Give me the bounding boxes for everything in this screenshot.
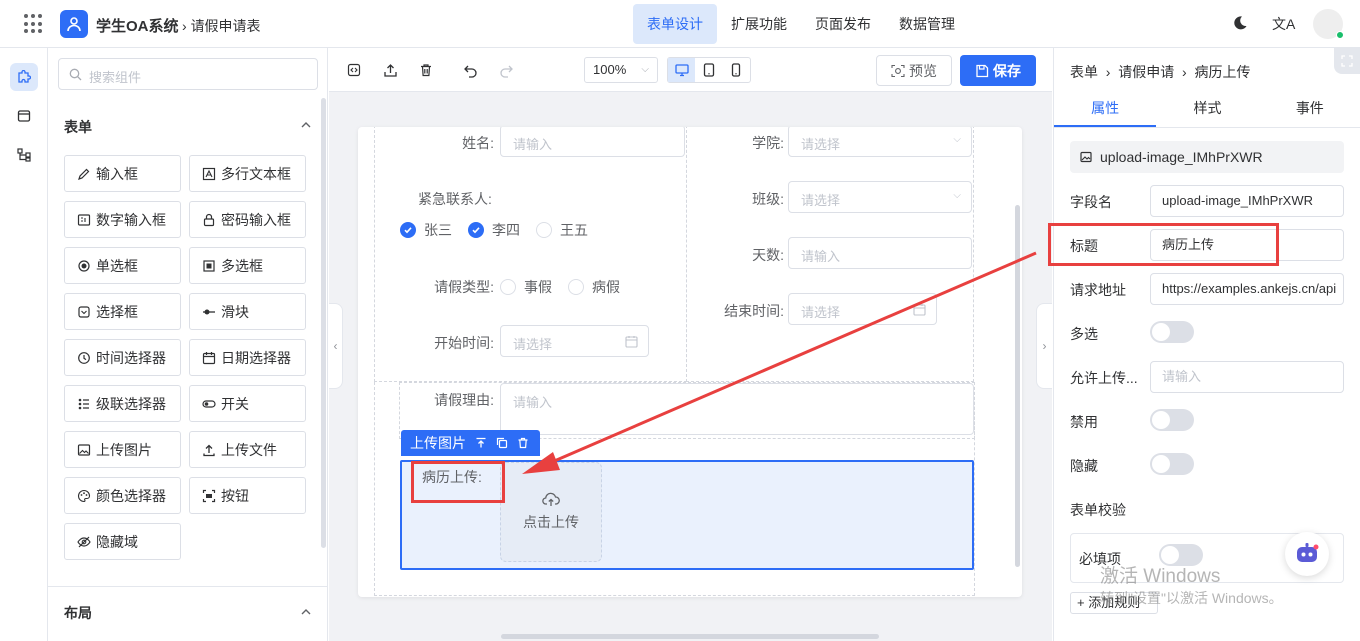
annotation-arrow [522, 251, 1037, 474]
